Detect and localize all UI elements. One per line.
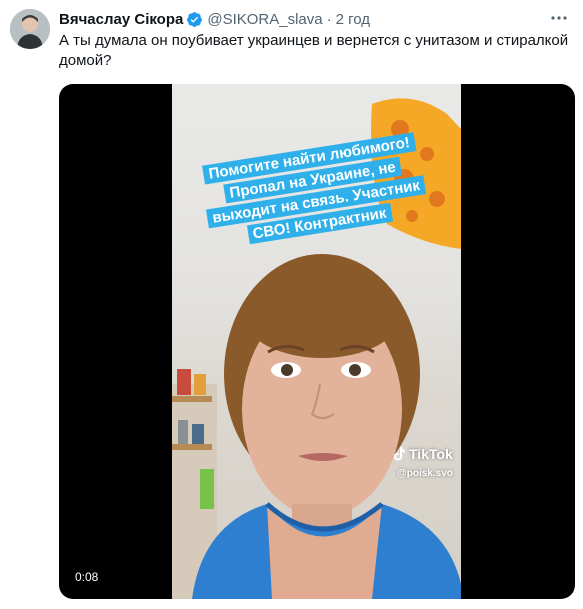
tiktok-brand: TikTok — [409, 446, 453, 462]
tiktok-handle: @poisk.svo — [397, 468, 453, 479]
more-options-icon[interactable] — [549, 8, 569, 28]
tweet-header: Вячаслау Сікора @SIKORA_slava · 2 год — [59, 9, 370, 29]
tiktok-watermark: TikTok — [392, 446, 453, 462]
tweet-text: А ты думала он поубивает украинцев и вер… — [59, 32, 569, 69]
author-handle[interactable]: @SIKORA_slava — [207, 11, 322, 28]
video-frame[interactable]: Помогите найти любимого! Пропал на Украи… — [172, 84, 461, 599]
author-name[interactable]: Вячаслау Сікора — [59, 11, 183, 28]
avatar-photo — [10, 9, 50, 49]
verified-badge-icon — [186, 11, 203, 28]
video-duration: 0:08 — [69, 568, 105, 586]
tiktok-logo-icon — [394, 447, 405, 461]
tweet-timestamp[interactable]: 2 год — [336, 11, 370, 28]
video-player[interactable]: Помогите найти любимого! Пропал на Украи… — [59, 84, 575, 599]
separator-dot: · — [326, 10, 332, 28]
author-avatar[interactable] — [10, 9, 50, 49]
